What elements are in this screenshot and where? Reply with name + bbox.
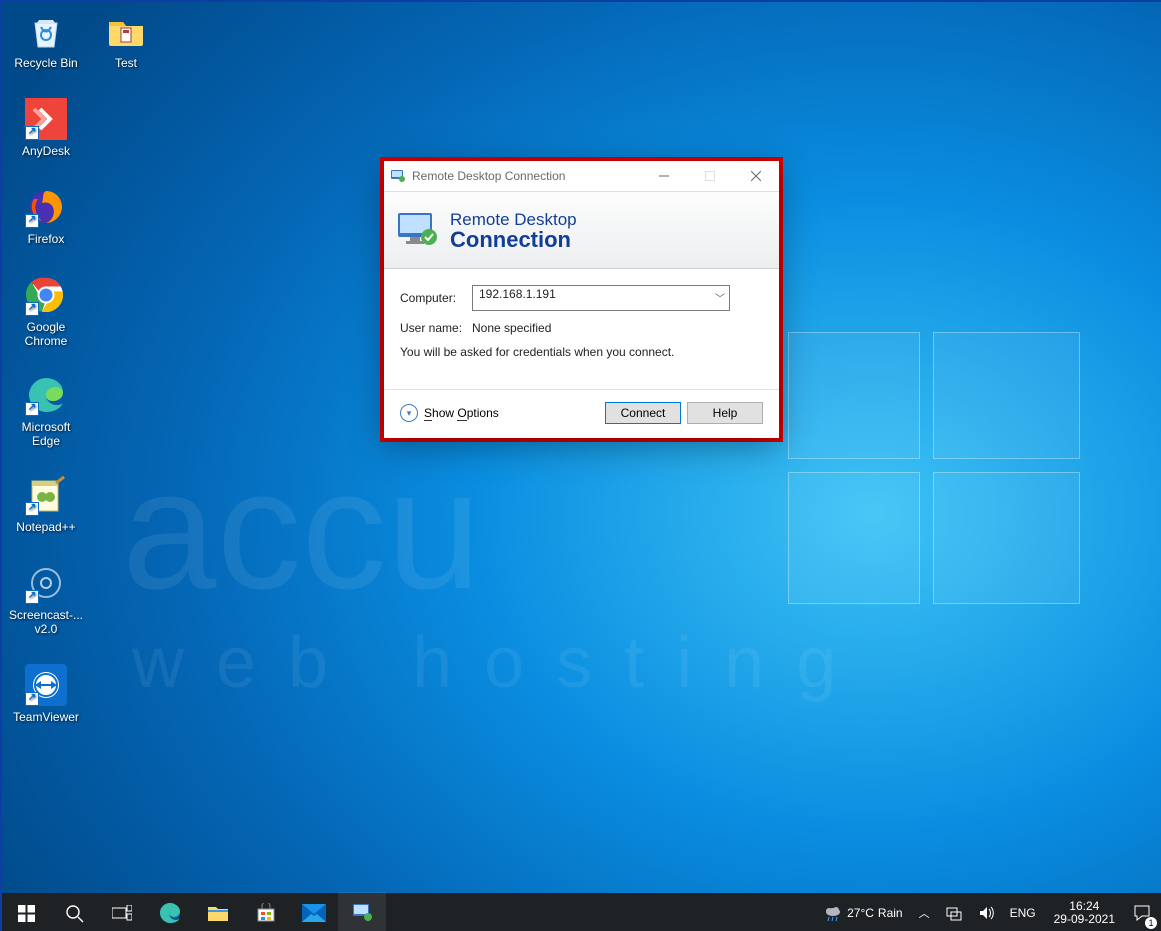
taskbar-running-rdc[interactable] [338, 892, 386, 931]
clock-date: 29-09-2021 [1054, 913, 1115, 926]
weather-temp: 27°C [847, 906, 874, 920]
taskbar-pinned-edge[interactable] [146, 893, 194, 931]
desktop-icon-label: AnyDesk [8, 144, 84, 158]
tray-network-icon[interactable] [942, 893, 966, 931]
taskbar: 27°C Rain ︿ ENG 16:24 29-09-2021 1 [2, 893, 1161, 931]
brand-watermark: accu [122, 432, 481, 628]
desktop-icon-label: Recycle Bin [8, 56, 84, 70]
dialog-banner: Remote Desktop Connection [384, 192, 779, 269]
desktop-icon-anydesk[interactable]: ↗ AnyDesk [8, 98, 84, 158]
desktop-icon-notepadpp[interactable]: ↗ Notepad++ [8, 474, 84, 534]
notification-badge: 1 [1145, 917, 1157, 929]
show-options-toggle[interactable]: ▾ Show Options [400, 404, 499, 422]
edge-icon: ↗ [25, 374, 67, 416]
screencast-icon: ↗ [25, 562, 67, 604]
weather-condition: Rain [878, 906, 903, 920]
taskbar-pinned-mail[interactable] [290, 893, 338, 931]
help-button[interactable]: Help [687, 402, 763, 424]
tray-language[interactable]: ENG [1006, 893, 1040, 931]
computer-combobox[interactable]: 192.168.1.191 ﹀ [472, 285, 730, 311]
username-value: None specified [472, 321, 551, 335]
tray-clock[interactable]: 16:24 29-09-2021 [1048, 900, 1121, 926]
folder-icon [105, 10, 147, 52]
desktop-icon-label: Screencast-... v2.0 [8, 608, 84, 636]
taskbar-pinned-explorer[interactable] [194, 893, 242, 931]
notepadpp-icon: ↗ [25, 474, 67, 516]
connect-button[interactable]: Connect [605, 402, 681, 424]
dialog-title: Remote Desktop Connection [412, 169, 641, 183]
start-button[interactable] [2, 893, 50, 931]
anydesk-icon: ↗ [25, 98, 67, 140]
desktop-icon-label: Google Chrome [8, 320, 84, 348]
taskbar-pinned-store[interactable] [242, 893, 290, 931]
computer-value: 192.168.1.191 [479, 287, 556, 301]
desktop-icon-label: Firefox [8, 232, 84, 246]
firefox-icon: ↗ [25, 186, 67, 228]
banner-heading-line2: Connection [450, 230, 577, 250]
close-button[interactable] [733, 161, 779, 191]
weather-widget[interactable]: 27°C Rain [819, 893, 907, 931]
tray-volume-icon[interactable] [974, 893, 998, 931]
desktop-icon-firefox[interactable]: ↗ Firefox [8, 186, 84, 246]
desktop-icon-test-folder[interactable]: Test [88, 10, 164, 70]
desktop[interactable]: accu web hosting Recycle Bin ↗ AnyDesk ↗… [0, 0, 1161, 931]
search-button[interactable] [50, 893, 98, 931]
chrome-icon: ↗ [25, 274, 67, 316]
chevron-down-icon: ﹀ [715, 290, 725, 305]
desktop-icon-label: TeamViewer [8, 710, 84, 724]
desktop-icon-microsoft-edge[interactable]: ↗ Microsoft Edge [8, 374, 84, 448]
credentials-hint: You will be asked for credentials when y… [400, 345, 763, 359]
desktop-icon-recycle-bin[interactable]: Recycle Bin [8, 10, 84, 70]
show-options-label: Show Options [424, 406, 499, 420]
rdc-banner-icon [394, 207, 440, 253]
chevron-down-icon: ▾ [400, 404, 418, 422]
windows-logo-watermark [788, 332, 1078, 602]
weather-icon [823, 903, 843, 923]
desktop-icon-google-chrome[interactable]: ↗ Google Chrome [8, 274, 84, 348]
desktop-icon-label: Notepad++ [8, 520, 84, 534]
task-view-button[interactable] [98, 893, 146, 931]
brand-watermark-sub: web hosting [132, 622, 868, 704]
desktop-icon-label: Microsoft Edge [8, 420, 84, 448]
maximize-button[interactable] [687, 161, 733, 191]
recycle-bin-icon [25, 10, 67, 52]
tray-chevron[interactable]: ︿ [915, 893, 934, 931]
username-label: User name: [400, 321, 472, 335]
computer-label: Computer: [400, 291, 472, 305]
rdc-app-icon [384, 168, 412, 184]
dialog-titlebar[interactable]: Remote Desktop Connection [384, 161, 779, 192]
teamviewer-icon: ↗ [25, 664, 67, 706]
desktop-icon-screencast[interactable]: ↗ Screencast-... v2.0 [8, 562, 84, 636]
system-tray: 27°C Rain ︿ ENG 16:24 29-09-2021 1 [819, 893, 1161, 931]
remote-desktop-dialog: Remote Desktop Connection Remote Desktop… [384, 161, 779, 438]
highlight-border: Remote Desktop Connection Remote Desktop… [380, 157, 783, 442]
tray-notifications[interactable]: 1 [1129, 893, 1155, 931]
minimize-button[interactable] [641, 161, 687, 191]
desktop-icon-label: Test [88, 56, 164, 70]
desktop-icon-teamviewer[interactable]: ↗ TeamViewer [8, 664, 84, 724]
